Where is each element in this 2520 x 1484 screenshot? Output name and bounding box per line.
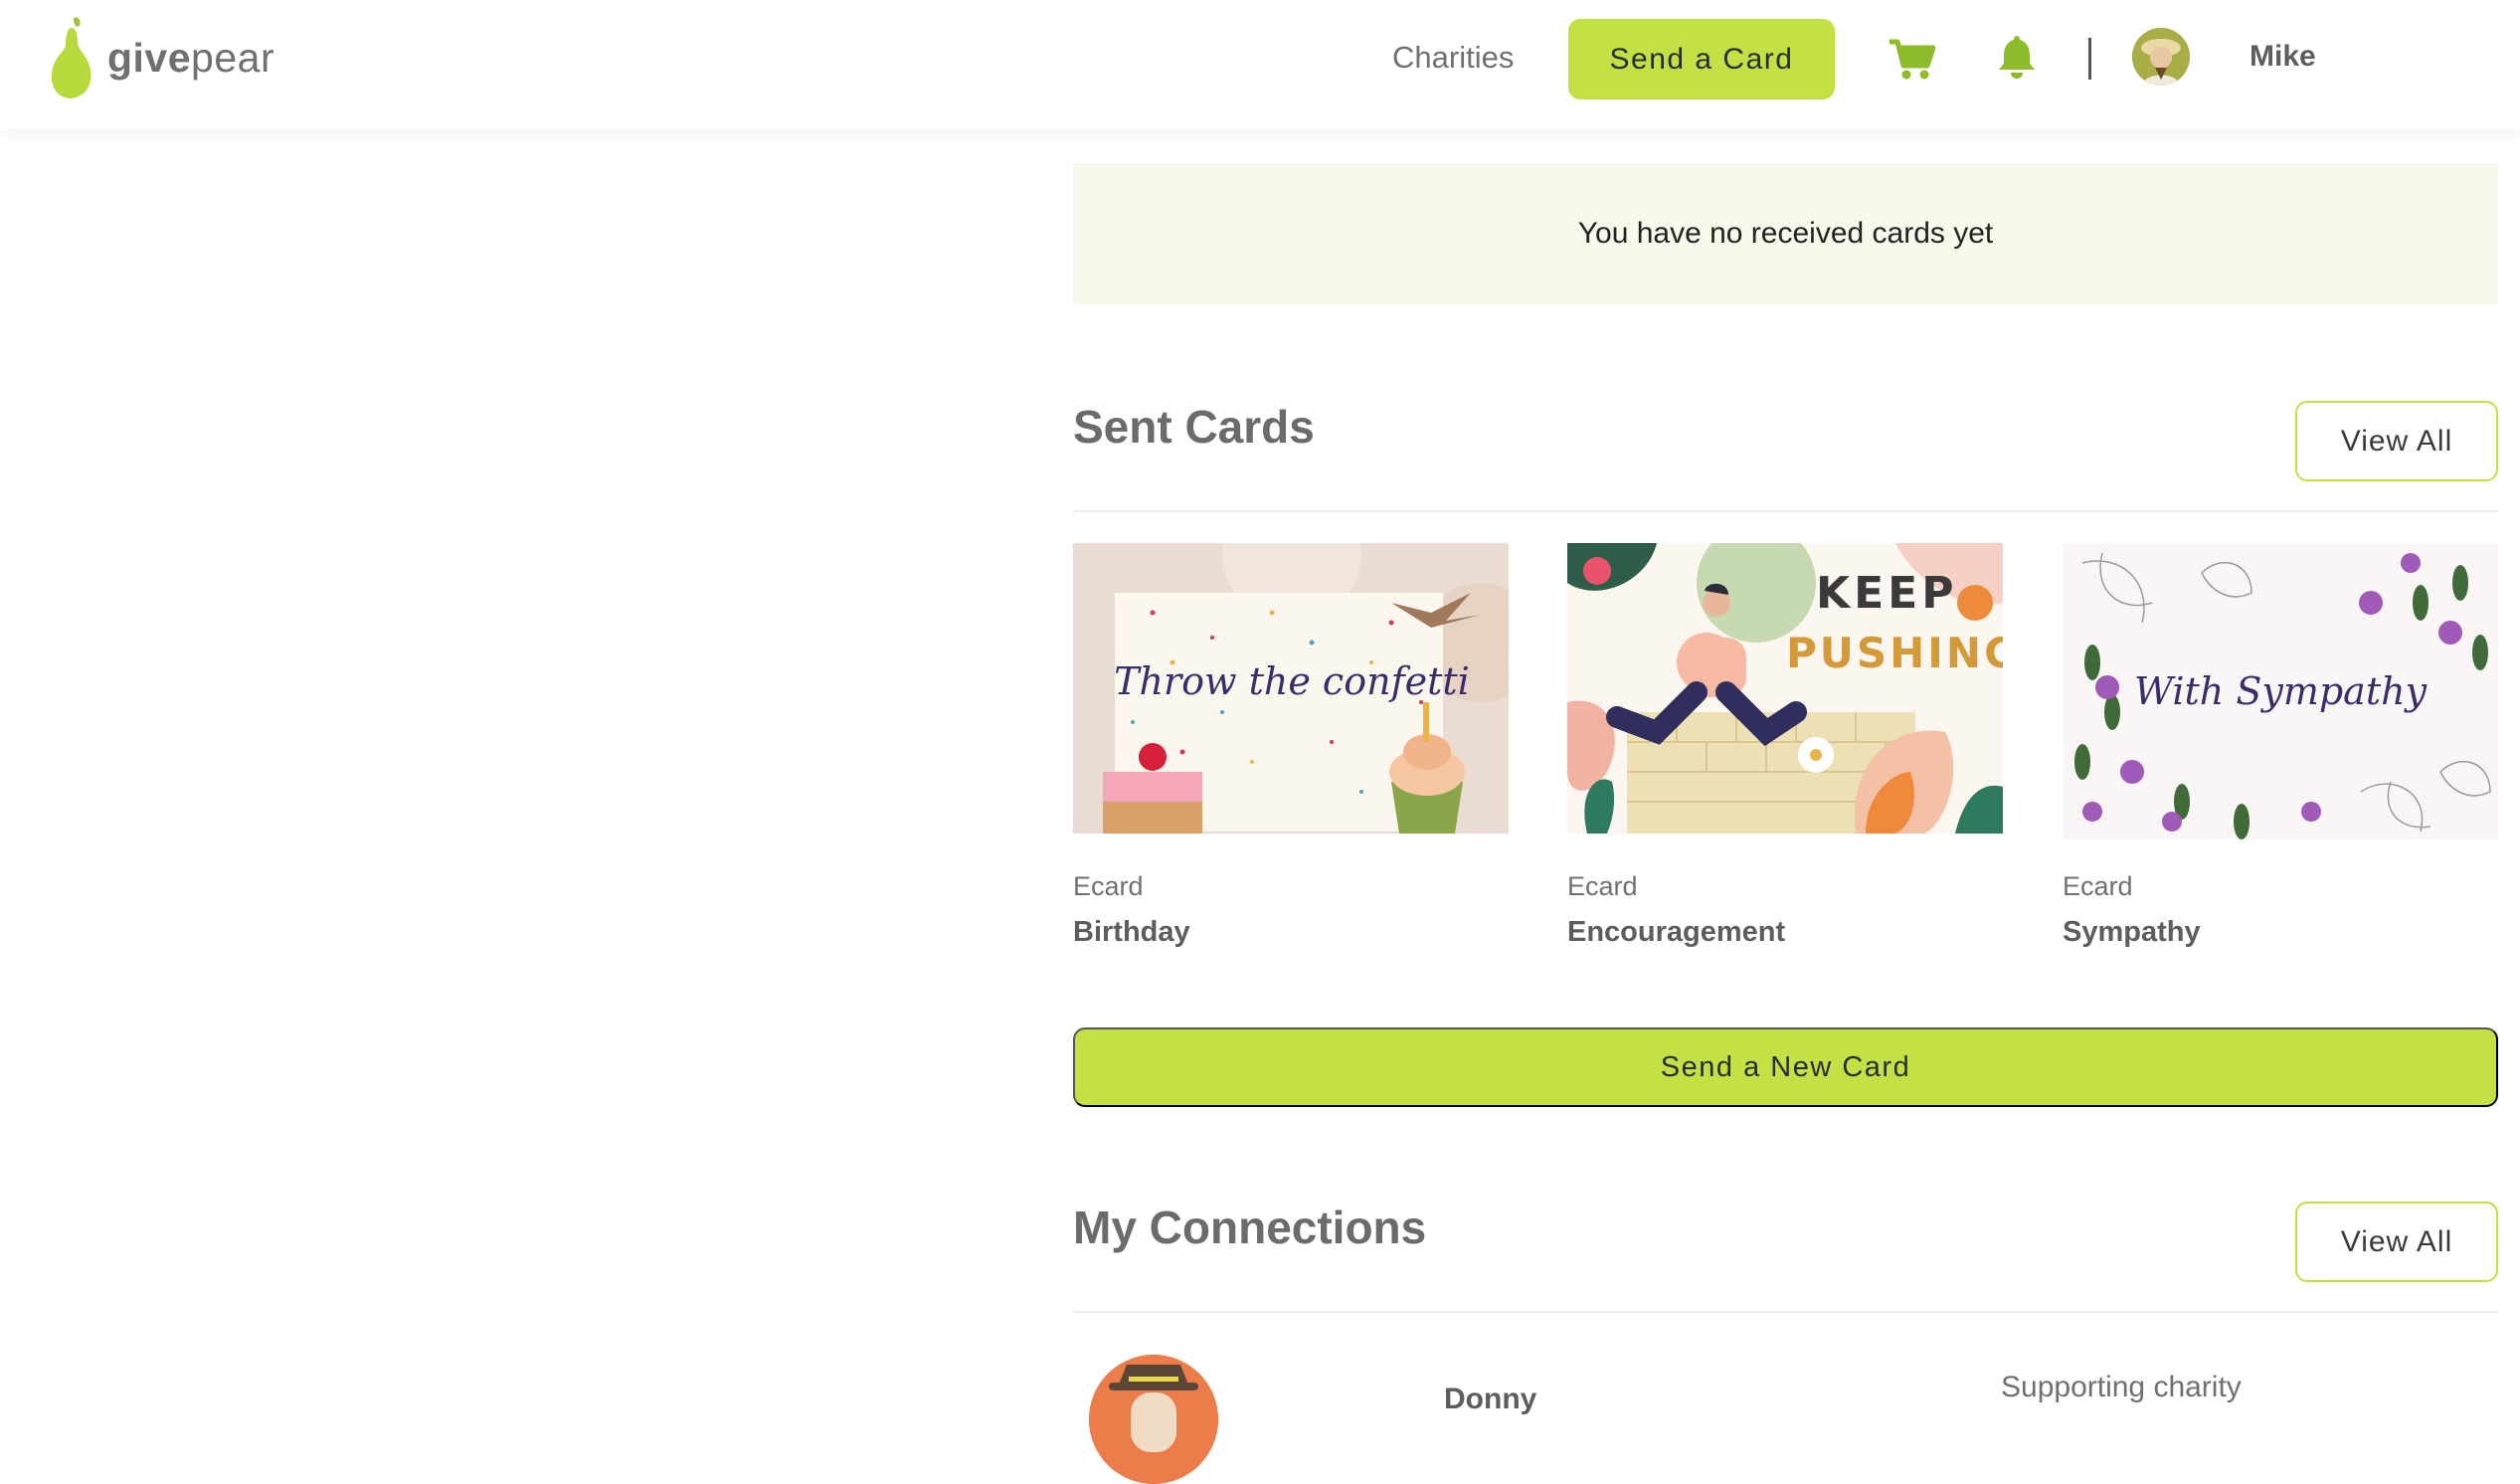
card-type-label: Ecard	[1567, 871, 1638, 901]
card-name[interactable]: Encouragement	[1567, 916, 2003, 949]
card-type-label: Ecard	[1073, 871, 1144, 901]
card-image-text-birthday: Throw the confetti	[1114, 659, 1470, 703]
sent-cards-view-all-button[interactable]: View All	[2295, 401, 2498, 481]
section-divider	[1073, 510, 2498, 512]
user-name[interactable]: Mike	[2250, 40, 2316, 74]
sent-card-encouragement[interactable]: KEEP PUSHING Ecard Encouragement	[1567, 543, 2003, 949]
user-avatar[interactable]	[2132, 28, 2190, 86]
bell-icon[interactable]	[1997, 34, 2037, 80]
connection-name[interactable]: Donny	[1444, 1383, 1536, 1416]
card-thumbnail-birthday[interactable]: Throw the confetti	[1073, 543, 1509, 834]
sent-card-birthday[interactable]: Throw the confetti Ecard Birthday	[1073, 543, 1509, 949]
card-type-label: Ecard	[2063, 871, 2133, 901]
supporting-charity-label: Supporting charity	[2001, 1371, 2242, 1403]
top-navbar: givepear Charities Send a Card Mike	[0, 0, 2520, 129]
connection-avatar[interactable]	[1089, 1355, 1218, 1484]
send-new-card-button[interactable]: Send a New Card	[1073, 1027, 2498, 1107]
my-connections-title: My Connections	[1073, 1202, 1427, 1253]
card-name[interactable]: Birthday	[1073, 916, 1509, 949]
givepear-logo[interactable]: givepear	[44, 14, 274, 101]
card-image-text-keep: KEEP	[1816, 568, 1957, 619]
section-divider	[1073, 1311, 2498, 1313]
shopping-cart-icon[interactable]	[1888, 36, 1935, 82]
received-cards-empty-state: You have no received cards yet	[1073, 163, 2498, 304]
empty-state-message: You have no received cards yet	[1577, 217, 1994, 250]
connection-avatar-image	[1089, 1355, 1218, 1484]
nav-link-charities[interactable]: Charities	[1392, 40, 1514, 76]
brand-name-part2: pear	[191, 34, 275, 81]
connections-view-all-button[interactable]: View All	[2295, 1202, 2498, 1282]
pear-logo-icon	[51, 17, 91, 98]
brand-name-part1: give	[107, 34, 192, 81]
card-thumbnail-encouragement[interactable]: KEEP PUSHING	[1567, 543, 2003, 834]
user-avatar-image	[2132, 28, 2190, 86]
sent-card-sympathy[interactable]: With Sympathy Ecard Sympathy	[2063, 543, 2498, 949]
card-image-text-pushing: PUSHING	[1786, 629, 2003, 677]
card-name[interactable]: Sympathy	[2063, 916, 2498, 949]
header-divider	[2088, 38, 2091, 80]
brand-name: givepear	[107, 35, 274, 82]
sent-cards-title: Sent Cards	[1073, 401, 1315, 453]
card-image-text-sympathy: With Sympathy	[2134, 669, 2428, 713]
send-a-card-button[interactable]: Send a Card	[1568, 19, 1835, 99]
card-thumbnail-sympathy[interactable]: With Sympathy	[2063, 543, 2498, 839]
